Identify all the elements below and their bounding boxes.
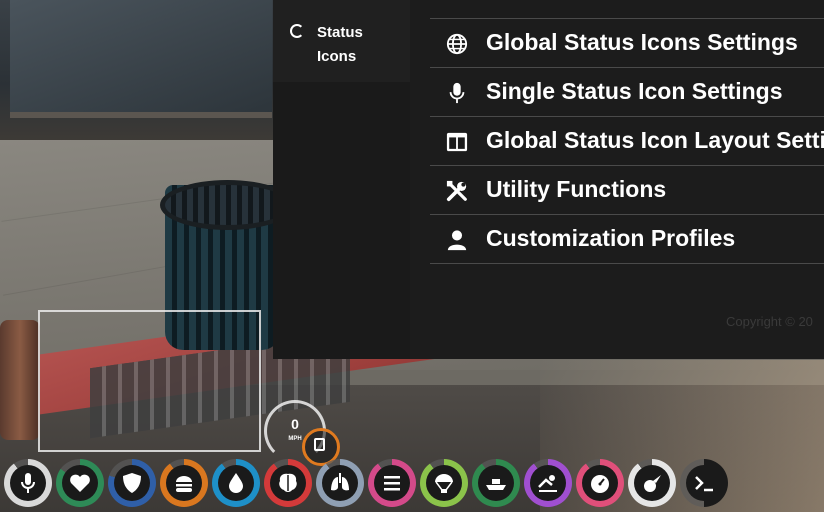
menu-item-label: Single Status Icon Settings (486, 78, 783, 104)
status-nitro (628, 459, 676, 507)
lungs-icon (331, 473, 349, 491)
layout-columns-icon (446, 132, 468, 152)
menu-item-single-status-icon-settings[interactable]: Single Status Icon Settings (430, 68, 824, 117)
heart-icon (70, 474, 90, 492)
droplet-icon (229, 473, 243, 493)
fire-hydrant (0, 320, 40, 440)
gauge-icon (591, 475, 609, 493)
status-stress (264, 459, 312, 507)
status-parachute (420, 459, 468, 507)
menu-item-customization-profiles[interactable]: Customization Profiles (430, 215, 824, 264)
menu-item-label: Customization Profiles (486, 225, 736, 251)
spinner-icon (290, 24, 304, 38)
parachute-icon (435, 474, 453, 493)
minimap-frame (38, 310, 261, 452)
sidebar-item-label: Status Icons (317, 24, 363, 65)
menu-item-global-status-icons-settings[interactable]: Global Status Icons Settings (430, 19, 824, 68)
microphone-icon (21, 473, 35, 493)
terminal-icon (695, 476, 713, 492)
status-speed (576, 459, 624, 507)
menu-item-global-status-icon-layout-settings[interactable]: Global Status Icon Layout Settin (430, 117, 824, 166)
status-dev-mode (680, 459, 728, 507)
status-voice (4, 459, 52, 507)
fuel-pump-icon (314, 438, 325, 451)
status-oxygen (316, 459, 364, 507)
tools-icon (446, 180, 467, 202)
shield-icon (123, 473, 141, 493)
brain-icon (279, 473, 297, 492)
status-stamina (368, 459, 416, 507)
menu-item-label: Global Status Icon Layout Settin (486, 127, 824, 153)
status-boat (472, 459, 520, 507)
status-health (56, 459, 104, 507)
menu-list: Global Status Icons Settings Single Stat… (430, 19, 824, 264)
status-armor (108, 459, 156, 507)
copyright-text: Copyright © 20 (726, 314, 813, 329)
sidebar-item-status-icons[interactable]: Status Icons (273, 0, 410, 82)
shop-window (10, 0, 272, 118)
menu-sidebar: Status Icons (273, 0, 410, 359)
status-hunger (160, 459, 208, 507)
settings-menu: Status Icons Global Status Icons Setting… (273, 0, 824, 359)
comet-icon (644, 475, 661, 492)
menu-item-utility-functions[interactable]: Utility Functions (430, 166, 824, 215)
status-swimming (524, 459, 572, 507)
menu-item-label: Global Status Icons Settings (486, 29, 798, 55)
user-icon (447, 230, 467, 251)
microphone-icon (449, 82, 465, 104)
menu-item-label: Utility Functions (486, 176, 667, 202)
burger-icon (176, 476, 192, 492)
ship-icon (486, 479, 506, 490)
status-thirst (212, 459, 260, 507)
menu-content: Global Status Icons Settings Single Stat… (410, 0, 824, 359)
swimmer-icon (538, 475, 557, 492)
bars-icon (384, 476, 400, 491)
status-icon-bar (4, 459, 744, 511)
globe-icon (446, 33, 468, 55)
